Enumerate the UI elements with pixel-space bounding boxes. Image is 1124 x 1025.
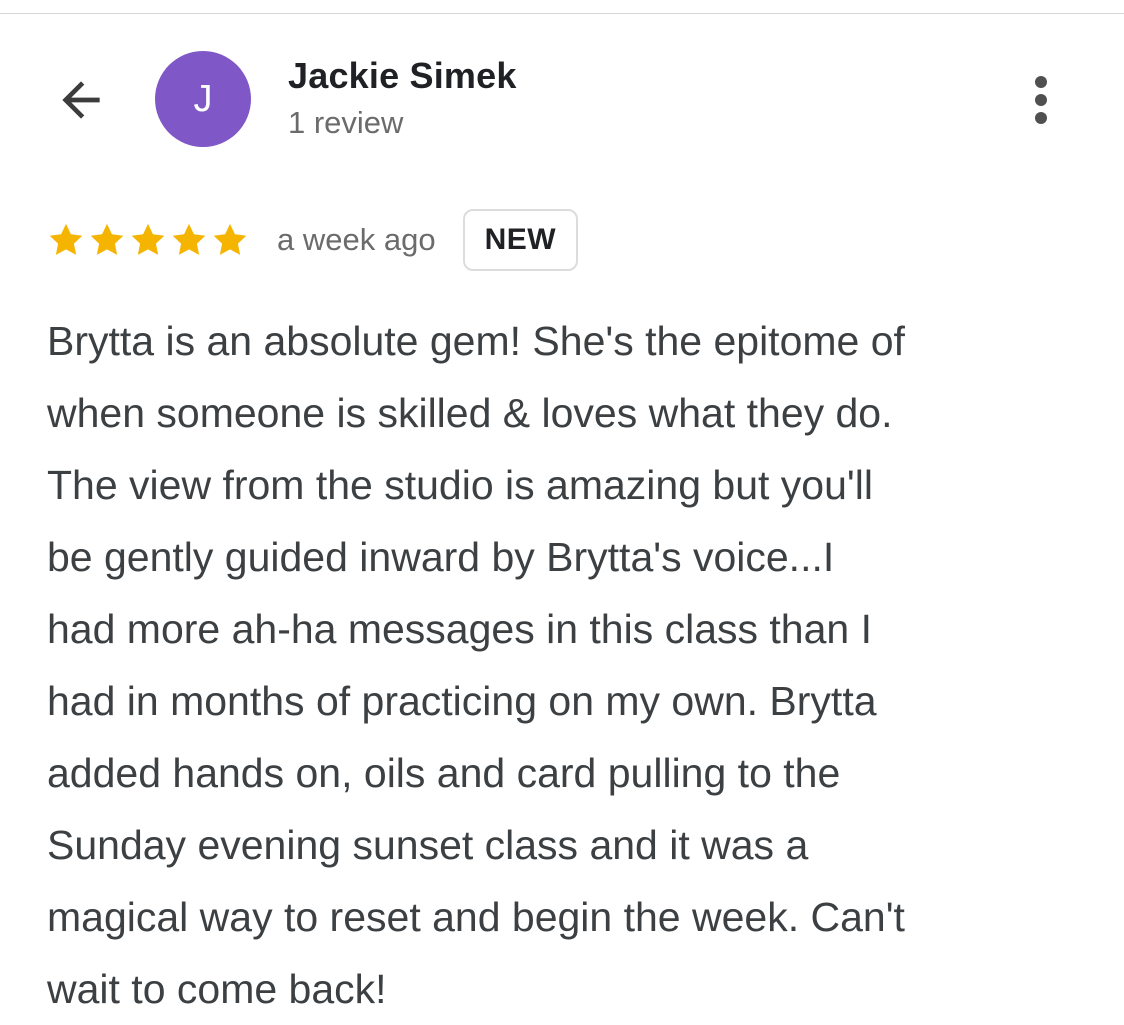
more-vert-icon-dot-1 [1035,76,1047,88]
avatar[interactable]: J [155,51,251,147]
star-icon [49,223,83,255]
review-count: 1 review [288,105,404,140]
star-icon [213,223,247,255]
more-options-button[interactable] [1016,70,1066,130]
new-badge: NEW [462,209,579,271]
back-button[interactable] [46,68,116,132]
more-vert-icon-dot-3 [1035,112,1047,124]
more-vert-icon-dot-2 [1035,94,1047,106]
star-icon [131,223,165,255]
review-timestamp: a week ago [277,222,436,257]
avatar-initial: J [193,78,213,120]
review-text: Brytta is an absolute gem! She's the epi… [47,318,905,1012]
arrow-left-icon [62,81,100,119]
rating-row: a week ago NEW [46,207,579,273]
star-icon [90,223,124,255]
top-divider [0,13,1124,14]
star-rating [46,221,250,259]
star-icon [172,223,206,255]
reviewer-name[interactable]: Jackie Simek [288,55,517,97]
